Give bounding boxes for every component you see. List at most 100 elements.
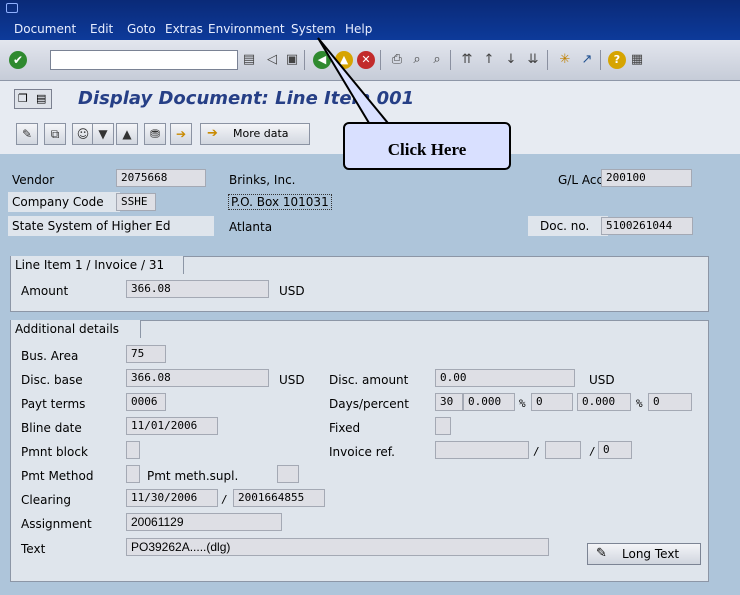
forward-icon[interactable]: ➔ — [170, 123, 192, 145]
long-text-button[interactable]: ✎ Long Text — [587, 543, 701, 565]
clearing-doc-field[interactable]: 2001664855 — [233, 489, 325, 507]
payt-terms-field[interactable]: 0006 — [126, 393, 166, 411]
menu-document[interactable]: Document — [14, 22, 76, 36]
pmt-method-field[interactable] — [126, 465, 140, 483]
pct1-sign: % — [519, 397, 526, 410]
bus-area-field[interactable]: 75 — [126, 345, 166, 363]
help-icon[interactable]: ? — [608, 51, 626, 69]
amount-label: Amount — [21, 284, 69, 298]
pmnt-block-label: Pmnt block — [21, 445, 88, 459]
menu-help[interactable]: Help — [345, 22, 372, 36]
page-title: Display Document: Line Item 001 — [78, 88, 415, 109]
glacc-field[interactable]: 200100 — [601, 169, 692, 187]
pmt-method-label: Pmt Method — [21, 469, 94, 483]
menu-environment[interactable]: Environment — [208, 22, 285, 36]
find-icon[interactable]: ⌕ — [408, 51, 426, 69]
disc-amount-currency: USD — [589, 373, 615, 387]
days-percent-label: Days/percent — [329, 397, 409, 411]
last-page-icon[interactable]: ⇊ — [524, 51, 542, 69]
command-history-icon[interactable]: ▤ — [240, 51, 258, 69]
more-data-icon: ➔ — [207, 126, 218, 141]
create-session-icon[interactable]: ✳ — [556, 51, 574, 69]
disc-amount-field[interactable]: 0.00 — [435, 369, 575, 387]
more-data-label: More data — [233, 127, 289, 140]
clearing-label: Clearing — [21, 493, 71, 507]
text-field[interactable]: PO39262A.....(dlg) — [126, 538, 549, 556]
bline-date-field[interactable]: 11/01/2006 — [126, 417, 218, 435]
state-system-label: State System of Higher Ed — [8, 216, 214, 236]
invoice-ref-year-field[interactable] — [545, 441, 581, 459]
pct2-field[interactable]: 0.000 — [577, 393, 631, 411]
amount-field[interactable]: 366.08 — [126, 280, 269, 298]
document-icon[interactable]: ❐ — [18, 92, 28, 105]
clearing-separator: / — [221, 493, 228, 506]
title-icon-group[interactable]: ❐ ▤ — [14, 89, 52, 109]
menu-goto[interactable]: Goto — [127, 22, 156, 36]
city-value: Atlanta — [229, 220, 273, 234]
assignment-field[interactable]: 20061129 — [126, 513, 282, 531]
separator — [380, 50, 381, 70]
doc-no-label: Doc. no. — [528, 216, 608, 236]
fixed-field[interactable] — [435, 417, 451, 435]
cancel-icon[interactable]: ✕ — [357, 51, 375, 69]
days3-field[interactable]: 0 — [648, 393, 692, 411]
doc-no-field[interactable]: 5100261044 — [601, 217, 693, 235]
print-icon[interactable]: ⎙ — [388, 51, 406, 69]
vendor-field[interactable]: 2075668 — [116, 169, 206, 187]
shortcut-icon[interactable]: ↗ — [578, 51, 596, 69]
glacc-label: G/L Acc — [558, 173, 604, 187]
separator — [600, 50, 601, 70]
separator — [547, 50, 548, 70]
disc-base-field[interactable]: 366.08 — [126, 369, 269, 387]
pmnt-block-field[interactable] — [126, 441, 140, 459]
standard-toolbar: ✔ ▤ ◁ ▣ ◀ ▲ ✕ ⎙ ⌕ ⌕ ⇈ ↑ ↓ ⇊ ✳ ↗ ? ▦ — [0, 40, 740, 81]
prev-page-icon[interactable]: ↑ — [480, 51, 498, 69]
find-next-icon[interactable]: ⌕ — [428, 51, 446, 69]
clearing-date-field[interactable]: 11/30/2006 — [126, 489, 218, 507]
next-page-icon[interactable]: ↓ — [502, 51, 520, 69]
days1-field[interactable]: 30 — [435, 393, 463, 411]
invoice-ref-field[interactable] — [435, 441, 529, 459]
command-field[interactable] — [50, 50, 238, 70]
text-label: Text — [21, 542, 46, 556]
other-document-icon[interactable]: ⧉ — [44, 123, 66, 145]
enter-icon[interactable]: ✔ — [9, 51, 27, 69]
pmt-meth-supl-label: Pmt meth.supl. — [147, 469, 239, 483]
menu-extras[interactable]: Extras — [165, 22, 203, 36]
vendor-name: Brinks, Inc. — [229, 173, 296, 187]
exit-icon[interactable]: ▲ — [335, 51, 353, 69]
pmt-meth-supl-field[interactable] — [277, 465, 299, 483]
display-change-icon[interactable]: ✎ — [16, 123, 38, 145]
line-item-group-title: Line Item 1 / Invoice / 31 — [11, 256, 184, 274]
invoice-ref-label: Invoice ref. — [329, 445, 395, 459]
more-data-button[interactable]: ➔ More data — [200, 123, 310, 145]
menu-bar: Document Edit Goto Extras Environment Sy… — [0, 0, 740, 40]
disc-base-currency: USD — [279, 373, 305, 387]
layout-menu-icon[interactable]: ▦ — [628, 51, 646, 69]
system-menu-icon[interactable] — [6, 3, 18, 13]
company-code-field[interactable]: SSHE — [116, 193, 156, 211]
back-icon[interactable]: ◀ — [313, 51, 331, 69]
previous-item-icon[interactable]: ▼ — [92, 123, 114, 145]
back-arrow-icon[interactable]: ◁ — [263, 51, 281, 69]
days2-field[interactable]: 0 — [531, 393, 573, 411]
company-code-label: Company Code — [8, 192, 120, 212]
menu-edit[interactable]: Edit — [90, 22, 113, 36]
bline-date-label: Bline date — [21, 421, 82, 435]
save-icon[interactable]: ▣ — [283, 51, 301, 69]
archive-icon[interactable]: ⛃ — [144, 123, 166, 145]
first-page-icon[interactable]: ⇈ — [458, 51, 476, 69]
click-here-callout: Click Here — [343, 122, 511, 170]
next-item-icon[interactable]: ▲ — [116, 123, 138, 145]
list-icon[interactable]: ▤ — [36, 92, 46, 105]
menu-system[interactable]: System — [291, 22, 336, 36]
bus-area-label: Bus. Area — [21, 349, 79, 363]
title-bar: ❐ ▤ Display Document: Line Item 001 — [0, 81, 740, 117]
pct1-field[interactable]: 0.000 — [463, 393, 515, 411]
invoice-ref-separator: / — [589, 445, 596, 458]
document-body: Vendor 2075668 Brinks, Inc. G/L Acc 2001… — [0, 154, 740, 595]
vendor-icon[interactable]: ☺ — [72, 123, 94, 145]
po-box-value: P.O. Box 101031 — [228, 194, 332, 210]
amount-currency: USD — [279, 284, 305, 298]
invoice-ref-item-field[interactable]: 0 — [598, 441, 632, 459]
